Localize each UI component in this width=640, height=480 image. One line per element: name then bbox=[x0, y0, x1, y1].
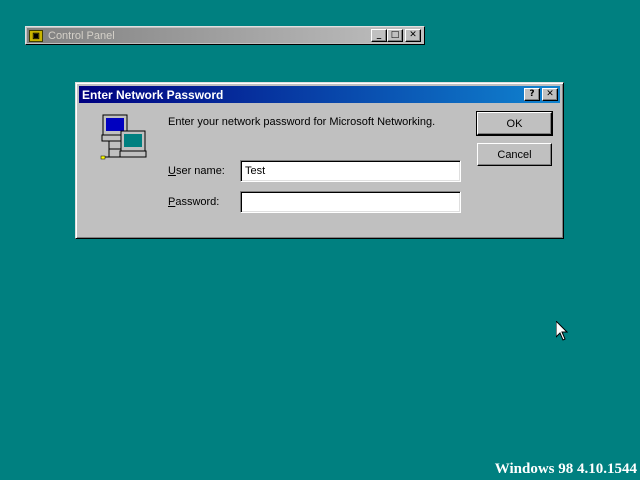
username-label: User name: bbox=[168, 165, 225, 177]
dialog-title: Enter Network Password bbox=[82, 87, 224, 102]
cancel-button[interactable]: Cancel bbox=[477, 143, 552, 166]
dialog-close-button[interactable]: ✕ bbox=[542, 88, 558, 101]
username-input[interactable] bbox=[240, 160, 461, 182]
maximize-button[interactable]: □ bbox=[387, 29, 403, 42]
control-panel-icon: ▣ bbox=[29, 29, 43, 42]
dialog-body: Enter your network password for Microsof… bbox=[79, 103, 560, 233]
build-watermark: Windows 98 4.10.1544 bbox=[494, 461, 637, 477]
help-button[interactable]: ? bbox=[524, 88, 540, 101]
minimize-button[interactable]: _ bbox=[371, 29, 387, 42]
network-password-dialog: Enter Network Password ? ✕ Enter your ne… bbox=[75, 82, 564, 239]
mouse-cursor-icon bbox=[556, 321, 568, 341]
network-computers-icon bbox=[100, 114, 147, 160]
control-panel-window[interactable]: ▣ Control Panel _ □ ✕ bbox=[25, 26, 425, 45]
password-label: Password: bbox=[168, 196, 220, 208]
control-panel-titlebar[interactable]: ▣ Control Panel _ □ ✕ bbox=[27, 28, 423, 43]
password-prompt: Enter your network password for Microsof… bbox=[168, 116, 436, 128]
close-button[interactable]: ✕ bbox=[405, 29, 421, 42]
control-panel-title: Control Panel bbox=[48, 29, 115, 42]
password-input[interactable] bbox=[240, 191, 461, 213]
ok-button[interactable]: OK bbox=[476, 111, 553, 136]
dialog-titlebar[interactable]: Enter Network Password ? ✕ bbox=[79, 86, 560, 103]
